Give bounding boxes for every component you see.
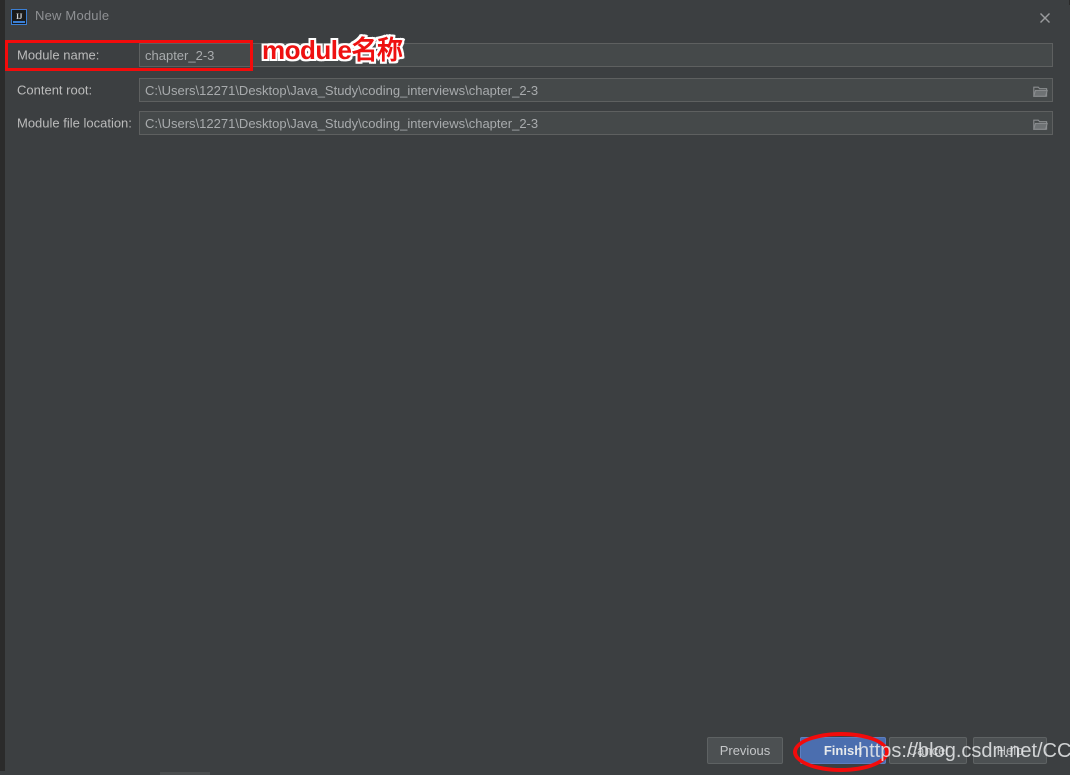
app-icon-underline (13, 21, 25, 23)
module-name-row: Module name: chapter_2-3 (5, 43, 1055, 67)
content-root-input[interactable]: C:\Users\12271\Desktop\Java_Study\coding… (139, 78, 1053, 102)
folder-icon (1032, 86, 1048, 97)
folder-icon (1032, 119, 1048, 130)
module-file-location-input[interactable]: C:\Users\12271\Desktop\Java_Study\coding… (139, 111, 1053, 135)
module-name-label: Module name: (17, 47, 100, 63)
module-name-value: chapter_2-3 (145, 47, 215, 63)
help-button[interactable]: Help (973, 737, 1047, 764)
content-root-value: C:\Users\12271\Desktop\Java_Study\coding… (145, 82, 539, 98)
dialog-title: New Module (35, 8, 110, 23)
finish-button[interactable]: Finish (800, 737, 886, 764)
dialog-titlebar: IJ New Module (5, 4, 1065, 32)
module-file-location-row: Module file location: C:\Users\12271\Des… (5, 111, 1055, 135)
module-file-location-browse-button[interactable] (1029, 113, 1051, 135)
app-icon-label: IJ (15, 12, 23, 21)
module-file-location-label: Module file location: (17, 115, 132, 131)
close-icon (1040, 13, 1050, 23)
content-root-label: Content root: (17, 82, 93, 98)
content-root-browse-button[interactable] (1029, 80, 1051, 102)
cancel-button[interactable]: Cancel (889, 737, 967, 764)
dialog-body: IJ New Module Module name: chapter_2-3 C… (5, 0, 1065, 770)
intellij-idea-icon: IJ (11, 9, 27, 25)
new-module-dialog-window: IJ New Module Module name: chapter_2-3 C… (0, 0, 1070, 775)
previous-button[interactable]: Previous (707, 737, 783, 764)
close-button[interactable] (1033, 6, 1057, 30)
module-name-input[interactable]: chapter_2-3 (139, 43, 1053, 67)
content-root-row: Content root: C:\Users\12271\Desktop\Jav… (5, 78, 1055, 102)
module-file-location-value: C:\Users\12271\Desktop\Java_Study\coding… (145, 115, 539, 131)
